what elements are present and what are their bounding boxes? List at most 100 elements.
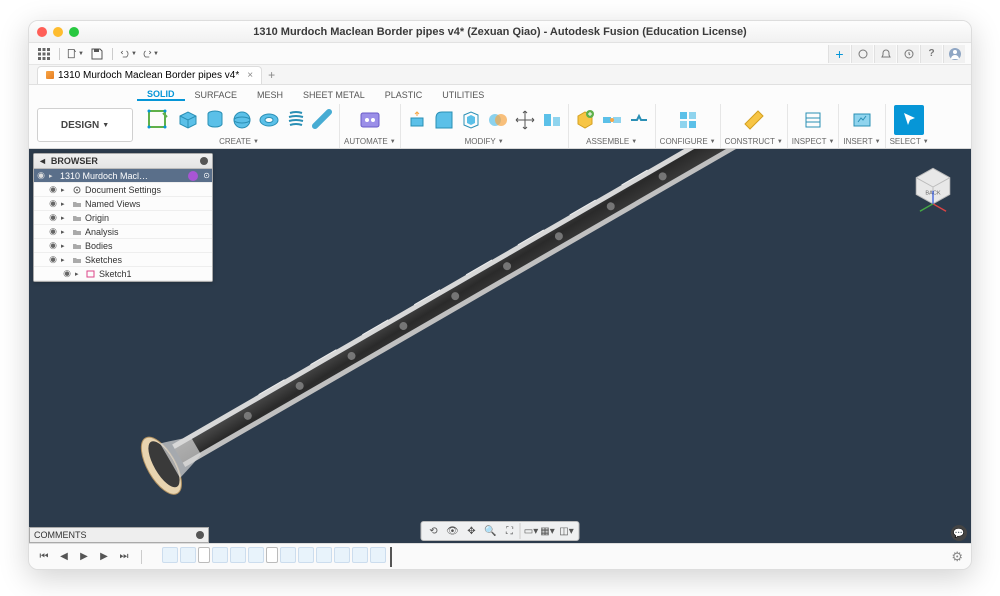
construct-plane-icon[interactable] bbox=[742, 108, 766, 132]
timeline-op[interactable] bbox=[212, 547, 228, 563]
minimize-window-button[interactable] bbox=[53, 27, 63, 37]
insert-icon[interactable] bbox=[850, 108, 874, 132]
new-design-icon[interactable]: + bbox=[828, 45, 850, 63]
timeline-last-icon[interactable]: ⏭ bbox=[117, 550, 131, 564]
timeline-play-icon[interactable]: ▶ bbox=[77, 550, 91, 564]
shell-icon[interactable] bbox=[459, 108, 483, 132]
job-status-icon[interactable] bbox=[897, 45, 919, 63]
feedback-icon[interactable]: 💬 bbox=[951, 525, 967, 541]
as-built-joint-icon[interactable] bbox=[627, 108, 651, 132]
browser-collapse-icon[interactable] bbox=[200, 157, 208, 165]
timeline-next-icon[interactable]: ▶ bbox=[97, 550, 111, 564]
automate-icon[interactable] bbox=[355, 105, 385, 135]
ribbon-tab-sheet-metal[interactable]: SHEET METAL bbox=[293, 88, 375, 100]
visibility-toggle-icon[interactable]: ◉ bbox=[48, 254, 58, 265]
timeline-op[interactable] bbox=[316, 547, 332, 563]
timeline-playhead[interactable] bbox=[390, 547, 392, 567]
apps-grid-icon[interactable] bbox=[35, 46, 53, 62]
undo-icon[interactable]: ▼ bbox=[119, 46, 137, 62]
look-at-icon[interactable]: 👁 bbox=[444, 523, 462, 539]
browser-node[interactable]: ◉▸Named Views bbox=[34, 197, 212, 211]
new-component-icon[interactable] bbox=[573, 108, 597, 132]
ribbon-tab-surface[interactable]: SURFACE bbox=[185, 88, 248, 100]
maximize-window-button[interactable] bbox=[69, 27, 79, 37]
close-tab-icon[interactable]: × bbox=[247, 70, 253, 81]
add-tab-icon[interactable]: + bbox=[268, 68, 275, 82]
box-icon[interactable] bbox=[176, 108, 200, 132]
save-icon[interactable] bbox=[88, 46, 106, 62]
visibility-toggle-icon[interactable]: ◉ bbox=[48, 184, 58, 195]
browser-node[interactable]: ◉▸Analysis bbox=[34, 225, 212, 239]
ribbon-tab-utilities[interactable]: UTILITIES bbox=[432, 88, 494, 100]
inspect-icon[interactable] bbox=[801, 108, 825, 132]
browser-node[interactable]: ◉▸Sketches bbox=[34, 253, 212, 267]
notifications-icon[interactable] bbox=[874, 45, 896, 63]
visibility-toggle-icon[interactable]: ◉ bbox=[48, 212, 58, 223]
timeline-op[interactable] bbox=[248, 547, 264, 563]
pipe-icon[interactable] bbox=[311, 108, 335, 132]
press-pull-icon[interactable] bbox=[405, 108, 429, 132]
timeline-op[interactable] bbox=[162, 547, 178, 563]
ribbon-tab-solid[interactable]: SOLID bbox=[137, 87, 185, 101]
viewcube[interactable]: BACK bbox=[905, 159, 961, 215]
timeline-op[interactable] bbox=[180, 547, 196, 563]
move-icon[interactable] bbox=[513, 108, 537, 132]
timeline-op[interactable] bbox=[266, 547, 278, 563]
file-menu-icon[interactable]: ▼ bbox=[66, 46, 84, 62]
browser-node[interactable]: ◉▸Sketch1 bbox=[34, 267, 212, 281]
timeline-op[interactable] bbox=[352, 547, 368, 563]
close-window-button[interactable] bbox=[37, 27, 47, 37]
browser-node[interactable]: ◉▸Bodies bbox=[34, 239, 212, 253]
joint-icon[interactable] bbox=[600, 108, 624, 132]
align-icon[interactable] bbox=[540, 108, 564, 132]
help-icon[interactable]: ? bbox=[920, 45, 942, 63]
folder-icon bbox=[72, 227, 82, 237]
ribbon-group-modify: MODIFY▼ bbox=[401, 104, 569, 148]
ribbon-tab-plastic[interactable]: PLASTIC bbox=[375, 88, 433, 100]
grid-settings-icon[interactable]: ▦▾ bbox=[539, 523, 557, 539]
combine-icon[interactable] bbox=[486, 108, 510, 132]
orbit-icon[interactable]: ⟲ bbox=[425, 523, 443, 539]
extensions-icon[interactable] bbox=[851, 45, 873, 63]
browser-header[interactable]: ◄ BROWSER bbox=[34, 154, 212, 169]
timeline-first-icon[interactable]: ⏮ bbox=[37, 550, 51, 564]
ribbon-tab-mesh[interactable]: MESH bbox=[247, 88, 293, 100]
workspace-switcher[interactable]: DESIGN▼ bbox=[37, 108, 133, 142]
timeline-op[interactable] bbox=[370, 547, 386, 563]
timeline-settings-icon[interactable]: ⚙ bbox=[951, 549, 963, 565]
browser-node[interactable]: ◉▸Origin bbox=[34, 211, 212, 225]
fit-icon[interactable]: ⛶ bbox=[501, 523, 519, 539]
configure-icon[interactable] bbox=[676, 108, 700, 132]
fillet-icon[interactable] bbox=[432, 108, 456, 132]
browser-node[interactable]: ◉▸Document Settings bbox=[34, 183, 212, 197]
pan-icon[interactable]: ✥ bbox=[463, 523, 481, 539]
viewport-layout-icon[interactable]: ◫▾ bbox=[558, 523, 576, 539]
visibility-toggle-icon[interactable]: ◉ bbox=[48, 226, 58, 237]
timeline-op[interactable] bbox=[334, 547, 350, 563]
visibility-toggle-icon[interactable]: ◉ bbox=[48, 198, 58, 209]
settings-badge-icon[interactable] bbox=[188, 171, 198, 181]
torus-icon[interactable] bbox=[257, 108, 281, 132]
visibility-toggle-icon[interactable]: ◉ bbox=[62, 268, 72, 279]
sphere-icon[interactable] bbox=[230, 108, 254, 132]
zoom-icon[interactable]: 🔍 bbox=[482, 523, 500, 539]
cylinder-icon[interactable] bbox=[203, 108, 227, 132]
viewport[interactable]: ◄ BROWSER ◉ ▸ 1310 Murdoch Macl… ⊙ ◉▸Doc… bbox=[29, 149, 971, 543]
timeline-op[interactable] bbox=[298, 547, 314, 563]
browser-root-node[interactable]: ◉ ▸ 1310 Murdoch Macl… ⊙ bbox=[34, 169, 212, 183]
select-icon[interactable] bbox=[894, 105, 924, 135]
profile-avatar[interactable] bbox=[943, 45, 965, 63]
document-tab[interactable]: 1310 Murdoch Maclean Border pipes v4* × bbox=[37, 66, 262, 84]
timeline-op[interactable] bbox=[230, 547, 246, 563]
timeline-prev-icon[interactable]: ◀ bbox=[57, 550, 71, 564]
timeline-op[interactable] bbox=[280, 547, 296, 563]
comments-collapse-icon[interactable] bbox=[196, 531, 204, 539]
visibility-toggle-icon[interactable]: ◉ bbox=[36, 170, 46, 181]
coil-icon[interactable] bbox=[284, 108, 308, 132]
display-settings-icon[interactable]: ▭▾ bbox=[520, 523, 538, 539]
create-sketch-icon[interactable] bbox=[143, 105, 173, 135]
comments-panel[interactable]: COMMENTS bbox=[29, 527, 209, 543]
redo-icon[interactable]: ▼ bbox=[141, 46, 159, 62]
timeline-op[interactable] bbox=[198, 547, 210, 563]
visibility-toggle-icon[interactable]: ◉ bbox=[48, 240, 58, 251]
